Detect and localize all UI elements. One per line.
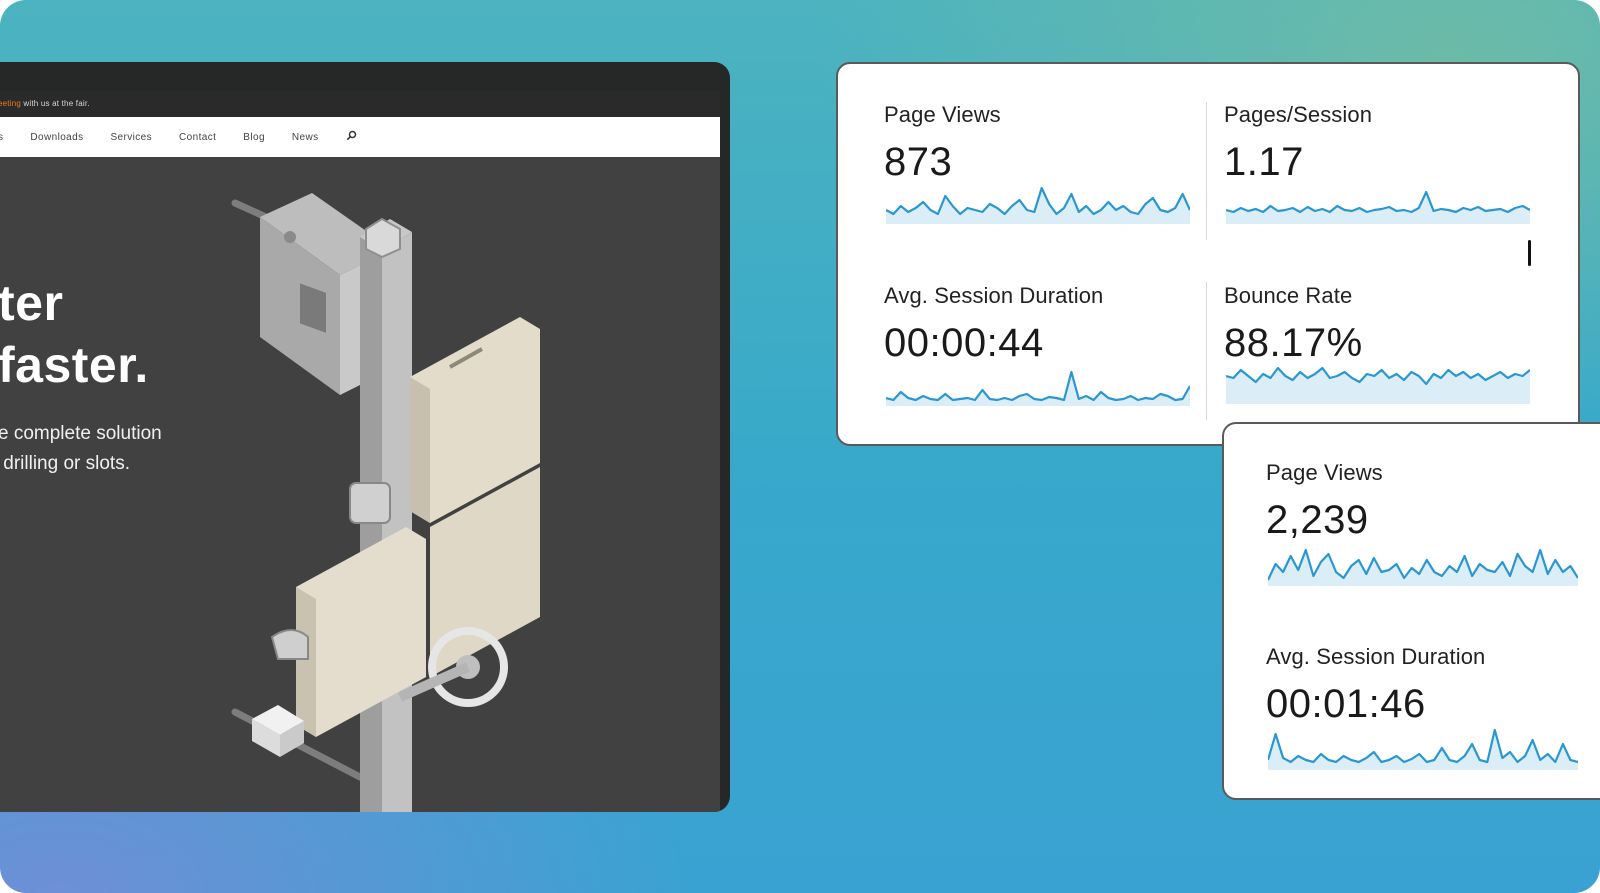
website-viewport: eeting with us at the fair. s Downloads … (0, 91, 720, 812)
metric-value: 1.17 (1224, 140, 1304, 184)
metric-label: Page Views (1266, 460, 1383, 485)
nav-item-partial[interactable]: s (0, 132, 3, 143)
sparkline-bounce-rate (1226, 366, 1530, 404)
metric-page-views: Page Views 2,239 (1266, 460, 1383, 543)
metric-label: Avg. Session Duration (1266, 644, 1486, 669)
metric-bounce-rate: Bounce Rate 88.17% (1224, 283, 1363, 366)
hero-section: ter faster. e complete solution drilling… (0, 157, 720, 812)
sparkline-avg-session-duration (1268, 728, 1578, 770)
announcement-text: with us at the fair. (21, 99, 90, 108)
nav-item-services[interactable]: Services (110, 132, 152, 143)
metric-page-views: Page Views 873 (884, 102, 1001, 185)
metric-divider (1206, 102, 1207, 240)
hero-headline: ter faster. (0, 275, 149, 393)
nav-item-downloads[interactable]: Downloads (30, 132, 83, 143)
sparkline-page-views (886, 186, 1190, 224)
metric-label: Page Views (884, 102, 1001, 127)
analytics-summary-card: Page Views 873 Pages/Session 1.17 Avg. S… (836, 62, 1580, 446)
text-cursor-icon (1528, 240, 1531, 266)
metric-value: 00:00:44 (884, 321, 1044, 365)
metric-label: Bounce Rate (1224, 283, 1353, 308)
metric-avg-session-duration: Avg. Session Duration 00:01:46 (1266, 644, 1485, 727)
metric-pages-per-session: Pages/Session 1.17 (1224, 102, 1372, 185)
metric-value: 873 (884, 140, 953, 184)
site-navigation: s Downloads Services Contact Blog News (0, 117, 720, 157)
search-icon[interactable] (346, 130, 357, 144)
metric-label: Avg. Session Duration (884, 283, 1104, 308)
metric-value: 2,239 (1266, 498, 1369, 542)
metric-value: 00:01:46 (1266, 682, 1426, 726)
facade-bracket-illustration (231, 193, 540, 812)
hero-description: e complete solution drilling or slots. (0, 423, 162, 474)
sparkline-avg-session-duration (886, 370, 1190, 406)
metric-avg-session-duration: Avg. Session Duration 00:00:44 (884, 283, 1103, 366)
nav-item-news[interactable]: News (292, 132, 319, 143)
nav-item-blog[interactable]: Blog (243, 132, 265, 143)
announcement-highlight[interactable]: eeting (0, 99, 21, 108)
analytics-secondary-card: Page Views 2,239 Avg. Session Duration 0… (1222, 422, 1600, 800)
website-browser-frame: eeting with us at the fair. s Downloads … (0, 62, 730, 812)
sparkline-pages-per-session (1226, 190, 1530, 224)
announcement-bar: eeting with us at the fair. (0, 91, 720, 117)
sparkline-page-views (1268, 548, 1578, 586)
metric-label: Pages/Session (1224, 102, 1373, 127)
nav-item-contact[interactable]: Contact (179, 132, 216, 143)
metric-divider (1206, 282, 1207, 420)
